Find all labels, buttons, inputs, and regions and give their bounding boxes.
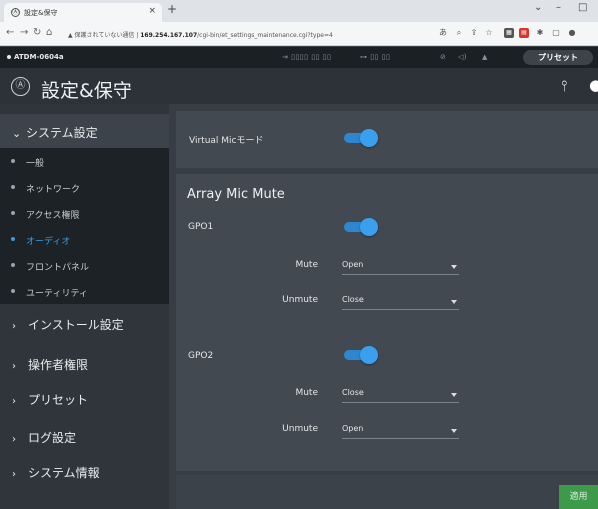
device-name: ATDM-0604a (7, 53, 64, 61)
dropdown-caret-icon (451, 429, 457, 433)
sidebar-section-preset[interactable]: › プリセット (0, 381, 169, 416)
zoom-icon[interactable]: ⌕ (454, 28, 464, 38)
sidepanel-icon[interactable]: ▢ (551, 28, 561, 38)
browser-toolbar: ← → ↻ ⌂ ▲ 保護されていない通信 | 169.254.167.107/c… (0, 22, 598, 46)
sidebar-item-general[interactable]: 一般 (0, 148, 169, 174)
sidebar-section-log[interactable]: › ログ設定 (0, 419, 169, 454)
sidebar-item-front-panel[interactable]: フロントパネル (0, 252, 169, 278)
array-mic-mute-title: Array Mic Mute (187, 187, 285, 202)
action-bar (176, 475, 598, 509)
extension-red-icon[interactable]: ▤ (519, 28, 529, 38)
sidebar-section-system-settings[interactable]: ⌄ システム設定 (0, 114, 169, 148)
brand-logo-icon: Ⓐ (11, 77, 30, 96)
gpo1-mute-label: Mute (295, 260, 318, 270)
gpo1-mute-select[interactable]: Open (342, 257, 459, 275)
home-icon[interactable]: ⌂ (46, 27, 52, 38)
new-tab-icon[interactable]: + (167, 2, 177, 16)
dropdown-caret-icon (451, 393, 457, 397)
address-bar[interactable]: ▲ 保護されていない通信 | 169.254.167.107/cgi-bin/e… (60, 26, 436, 42)
preset-button[interactable]: プリセット (523, 50, 593, 65)
chevron-right-icon: › (12, 396, 16, 407)
maximize-icon[interactable]: □ (578, 2, 587, 13)
site-favicon-icon: Ⓐ (11, 8, 20, 17)
security-warning-text: 保護されていない通信 (74, 32, 135, 39)
gpo1-unmute-label: Unmute (282, 295, 318, 305)
minimize-icon[interactable]: – (556, 2, 561, 13)
virtual-mic-label: Virtual Micモード (189, 136, 264, 146)
sidebar-item-network[interactable]: ネットワーク (0, 174, 169, 200)
mixer-icon[interactable]: ⫯ (561, 77, 568, 95)
browser-tab-strip: Ⓐ 設定&保守 × + ⌄ – □ (0, 0, 598, 22)
main-content: Virtual Micモード Array Mic Mute GPO1 Mute … (169, 104, 598, 509)
url-path: /cgi-bin/et_settings_maintenance.cgi?typ… (197, 32, 333, 39)
alert-icon: ▲ (482, 53, 488, 61)
gpo1-toggle[interactable] (344, 218, 378, 238)
app-header: Ⓐ 設定&保守 ⫯ ● (0, 68, 598, 104)
browser-tab[interactable]: Ⓐ 設定&保守 × (4, 3, 162, 22)
dante-status: ⊶ ▯▯ ▯▯ (360, 53, 391, 61)
tab-search-chevron-icon[interactable]: ⌄ (534, 2, 542, 13)
bookmark-star-icon[interactable]: ☆ (484, 28, 494, 38)
chevron-down-icon: ⌄ (12, 127, 22, 140)
chevron-right-icon: › (12, 434, 16, 445)
gpo2-label: GPO2 (188, 351, 214, 361)
gpo2-unmute-select[interactable]: Open (342, 421, 459, 439)
back-icon[interactable]: ← (6, 27, 14, 38)
reload-icon[interactable]: ↻ (33, 27, 41, 38)
puzzle-icon[interactable]: ✱ (535, 28, 545, 38)
browser-tab-title: 設定&保守 (24, 9, 58, 17)
gpo1-unmute-select[interactable]: Close (342, 292, 459, 310)
tab-close-icon[interactable]: × (148, 6, 156, 16)
url-host: 169.254.167.107 (140, 32, 198, 39)
sidebar-item-access[interactable]: アクセス権限 (0, 200, 169, 226)
sidebar-section-system-info[interactable]: › システム情報 (0, 454, 169, 489)
gpo2-mute-select[interactable]: Close (342, 385, 459, 403)
gpo1-label: GPO1 (188, 222, 214, 232)
gpo2-toggle[interactable] (344, 346, 378, 366)
sidebar-section-operator[interactable]: › 操作者権限 (0, 346, 169, 381)
array-mic-mute-card: Array Mic Mute GPO1 Mute Open Unmute Clo… (176, 174, 598, 471)
sidebar-section-label: システム設定 (26, 126, 98, 140)
gpo2-unmute-label: Unmute (282, 424, 318, 434)
virtual-mic-card: Virtual Micモード (176, 111, 598, 168)
sidebar-item-audio[interactable]: オーディオ (0, 226, 169, 252)
extension-icon[interactable]: ▦ (504, 28, 514, 38)
chevron-right-icon: › (12, 469, 16, 480)
dropdown-caret-icon (451, 265, 457, 269)
sidebar: ⌄ システム設定 一般 ネットワーク アクセス権限 オーディオ フロントパネル ユ… (0, 104, 169, 509)
user-icon[interactable]: ● (589, 76, 598, 94)
profile-icon[interactable]: ● (567, 28, 577, 38)
virtual-mic-toggle[interactable] (344, 129, 378, 149)
apply-button[interactable]: 適用 (559, 485, 598, 509)
sidebar-section-installation[interactable]: › インストール設定 (0, 306, 169, 341)
chevron-right-icon: › (12, 361, 16, 372)
page-title: 設定&保守 (41, 80, 132, 102)
forward-icon[interactable]: → (20, 27, 28, 38)
share-icon[interactable]: ⇪ (469, 28, 479, 38)
chevron-right-icon: › (12, 321, 16, 332)
network-status: ⇥ ▯▯▯▯ ▯▯ ▯▯ (282, 53, 332, 61)
speaker-icon: ◁) (458, 53, 468, 61)
dropdown-caret-icon (451, 300, 457, 304)
gpo2-mute-label: Mute (295, 388, 318, 398)
device-status-bar: ATDM-0604a ⇥ ▯▯▯▯ ▯▯ ▯▯ ⊶ ▯▯ ▯▯ ⊘ ◁) ▲ プ… (0, 47, 598, 68)
sidebar-item-utility[interactable]: ユーティリティ (0, 278, 169, 304)
link-icon: ⊘ (440, 53, 447, 61)
translate-icon[interactable]: あ (438, 28, 448, 38)
